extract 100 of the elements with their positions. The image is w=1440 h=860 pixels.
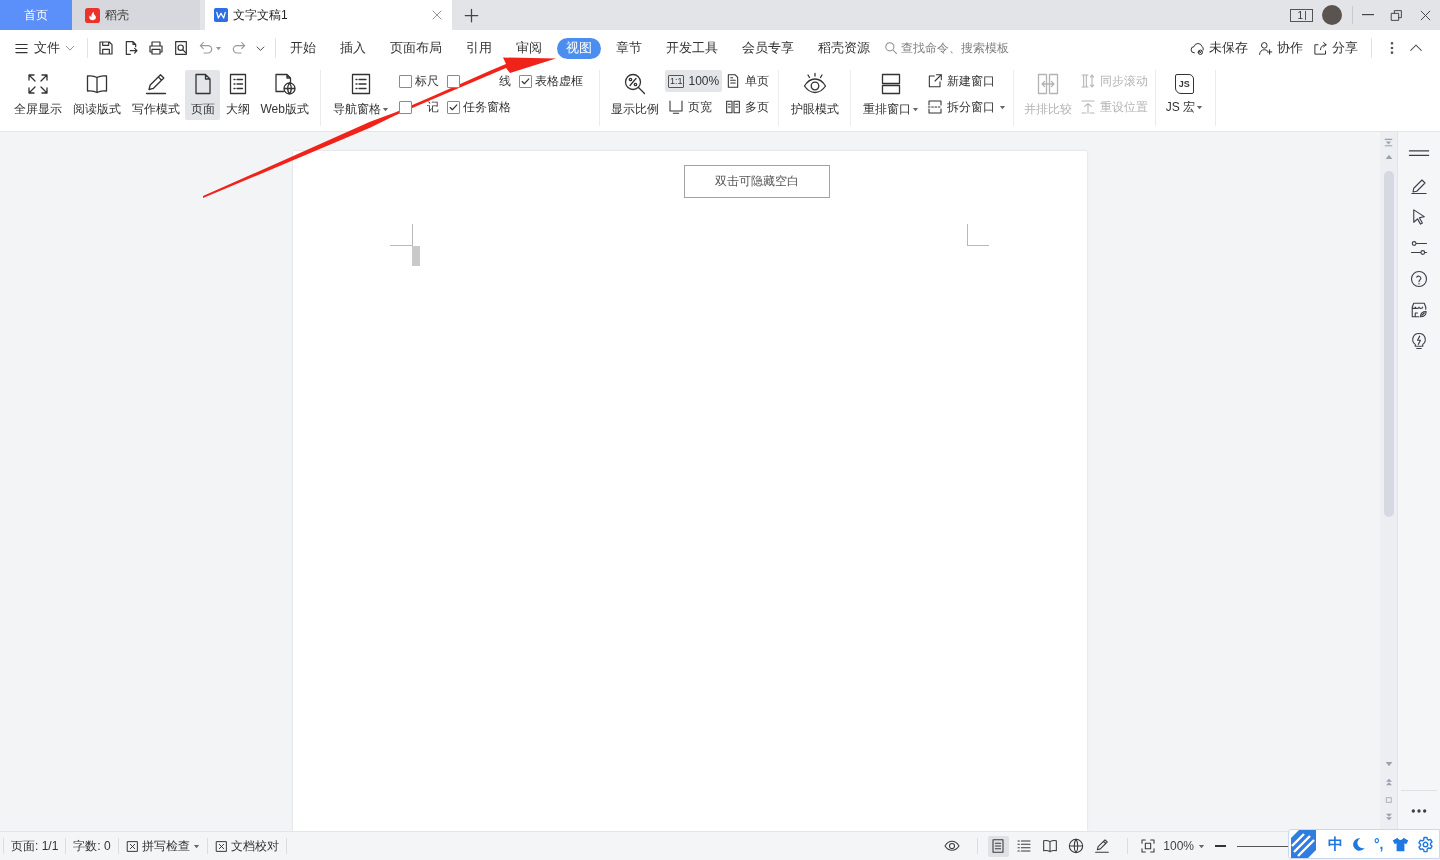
checkbox[interactable] <box>446 74 460 88</box>
proofread-button[interactable]: 文档校对 <box>207 837 286 855</box>
spell-check-button[interactable]: 拼写检查 <box>118 837 207 855</box>
eye-icon <box>802 72 827 96</box>
checkbox-label: 标尺 <box>414 75 439 87</box>
sliders-icon[interactable] <box>1410 239 1428 257</box>
checkbox-label: 任务窗格 <box>462 101 511 113</box>
outline-button[interactable]: 大纲 <box>220 70 255 120</box>
minimize-icon <box>1361 14 1374 16</box>
pen-icon <box>143 72 168 96</box>
ribbon-tab[interactable]: 页面布局 <box>390 40 442 56</box>
ribbon-tab[interactable]: 开发工具 <box>666 40 718 56</box>
collaborate-button[interactable]: 协作 <box>1253 35 1308 61</box>
pen-icon[interactable] <box>1410 177 1428 195</box>
caret-icon <box>381 105 389 113</box>
customize-caret-icon[interactable] <box>256 43 265 53</box>
ribbon-tab[interactable]: 审阅 <box>516 40 542 56</box>
caret-icon <box>999 103 1007 111</box>
search-icon <box>884 41 898 55</box>
ribbon-tab[interactable]: 会员专享 <box>742 40 794 56</box>
print-preview-icon[interactable] <box>173 40 189 56</box>
zoom-percent-icon <box>623 72 648 96</box>
page-layout-button[interactable]: 页面 <box>185 70 220 120</box>
save-icon[interactable] <box>98 40 114 56</box>
chevron-down-icon <box>65 43 75 53</box>
page-view-button[interactable] <box>987 835 1009 857</box>
ribbon-tab[interactable]: 开始 <box>290 40 316 56</box>
arrange-windows-button[interactable]: 重排窗口 <box>857 70 925 120</box>
new-window-icon <box>927 73 944 89</box>
check-icon <box>520 76 530 86</box>
lightning-bulb-icon[interactable] <box>1410 332 1428 350</box>
print-icon[interactable] <box>148 40 164 56</box>
hide-blank-hint[interactable]: 双击可隐藏空白 <box>684 165 830 198</box>
add-person-icon <box>1258 40 1273 56</box>
settings-icon[interactable] <box>1416 835 1434 853</box>
redo-icon[interactable] <box>231 40 247 56</box>
crossed-box-icon <box>214 839 228 853</box>
caret-icon[interactable] <box>215 44 222 52</box>
cloud-icon <box>1190 40 1205 56</box>
file-menu-button[interactable]: 文件 <box>8 35 81 61</box>
window-switch-button[interactable]: 1 <box>1290 8 1313 22</box>
multi-page-button[interactable]: 多页 <box>722 96 773 118</box>
split-window-icon <box>927 99 944 115</box>
window-tab[interactable]: 文字文稿1 <box>205 0 452 30</box>
share-button[interactable]: 分享 <box>1308 35 1363 61</box>
caret-icon <box>911 105 919 113</box>
help-icon[interactable] <box>1410 270 1428 288</box>
checkbox[interactable] <box>518 74 532 88</box>
open-book-icon <box>1042 838 1059 854</box>
ribbon-tab[interactable]: 稻壳资源 <box>818 40 870 56</box>
checkbox[interactable] <box>398 74 412 88</box>
plus-icon <box>463 7 479 23</box>
cursor-icon[interactable] <box>1410 208 1428 226</box>
margin-corner-mark <box>967 224 989 246</box>
page-icon <box>990 838 1007 854</box>
split-handle-icon[interactable] <box>1384 138 1393 147</box>
avatar[interactable] <box>1322 5 1342 25</box>
eye-care-button[interactable]: 护眼模式 <box>785 70 845 120</box>
shirt-icon[interactable] <box>1391 835 1409 853</box>
scale-indicator: 1:1 <box>667 74 685 88</box>
striped-logo-icon[interactable] <box>1288 830 1316 858</box>
window-tab[interactable]: 稻壳 <box>72 0 200 30</box>
fullscreen-button[interactable]: 全屏显示 <box>8 70 67 120</box>
undo-icon[interactable] <box>198 40 214 56</box>
fit-window-icon[interactable] <box>1140 838 1157 854</box>
open-book-icon <box>84 72 109 96</box>
checkbox-label: 表格虚框 <box>534 75 583 87</box>
export-icon[interactable] <box>123 40 139 56</box>
writing-mode-button[interactable]: 写作模式 <box>126 70 185 120</box>
page-width-button[interactable]: 页宽 <box>664 96 723 118</box>
actual-size-button[interactable]: 1:1 100% <box>664 70 723 92</box>
zoom-button[interactable]: 显示比例 <box>605 70 665 120</box>
split-window-button[interactable]: 拆分窗口 <box>924 96 1010 118</box>
text-cursor <box>412 246 420 266</box>
store-leaf-icon[interactable] <box>1410 301 1428 319</box>
search-field[interactable]: 查找命令、搜索模板 <box>901 41 1041 55</box>
input-mode-toggle[interactable]: 中 <box>1328 834 1343 854</box>
two-pages-icon <box>725 99 742 115</box>
macro-button[interactable]: JS JS 宏 <box>1160 70 1209 120</box>
close-icon[interactable] <box>431 9 443 21</box>
checkbox[interactable] <box>446 100 460 114</box>
unsaved-status-button[interactable]: 未保存 <box>1185 35 1253 61</box>
zoom-level-dropdown[interactable]: 100% <box>1163 839 1205 853</box>
flame-logo-icon <box>85 7 100 23</box>
moon-icon[interactable] <box>1351 836 1366 852</box>
page-count: 页面: 1/1 <box>10 837 60 855</box>
single-page-button[interactable]: 单页 <box>722 70 773 92</box>
new-window-button[interactable]: 新建窗口 <box>924 70 1010 92</box>
caret-icon <box>1198 842 1205 850</box>
punctuation-toggle[interactable]: °, <box>1374 836 1384 852</box>
ribbon-tab[interactable]: 章节 <box>616 40 642 56</box>
checkbox[interactable] <box>398 100 412 114</box>
reading-layout-button[interactable]: 阅读版式 <box>67 70 126 120</box>
ribbon-tab[interactable]: 插入 <box>340 40 366 56</box>
globe-page-icon <box>272 72 297 96</box>
web-layout-button[interactable]: Web版式 <box>255 70 315 120</box>
crossed-box-icon <box>125 839 139 853</box>
list-icon <box>1016 838 1033 854</box>
ribbon-tab[interactable]: 引用 <box>466 40 492 56</box>
navigation-pane-button[interactable]: 导航窗格 <box>327 70 395 120</box>
